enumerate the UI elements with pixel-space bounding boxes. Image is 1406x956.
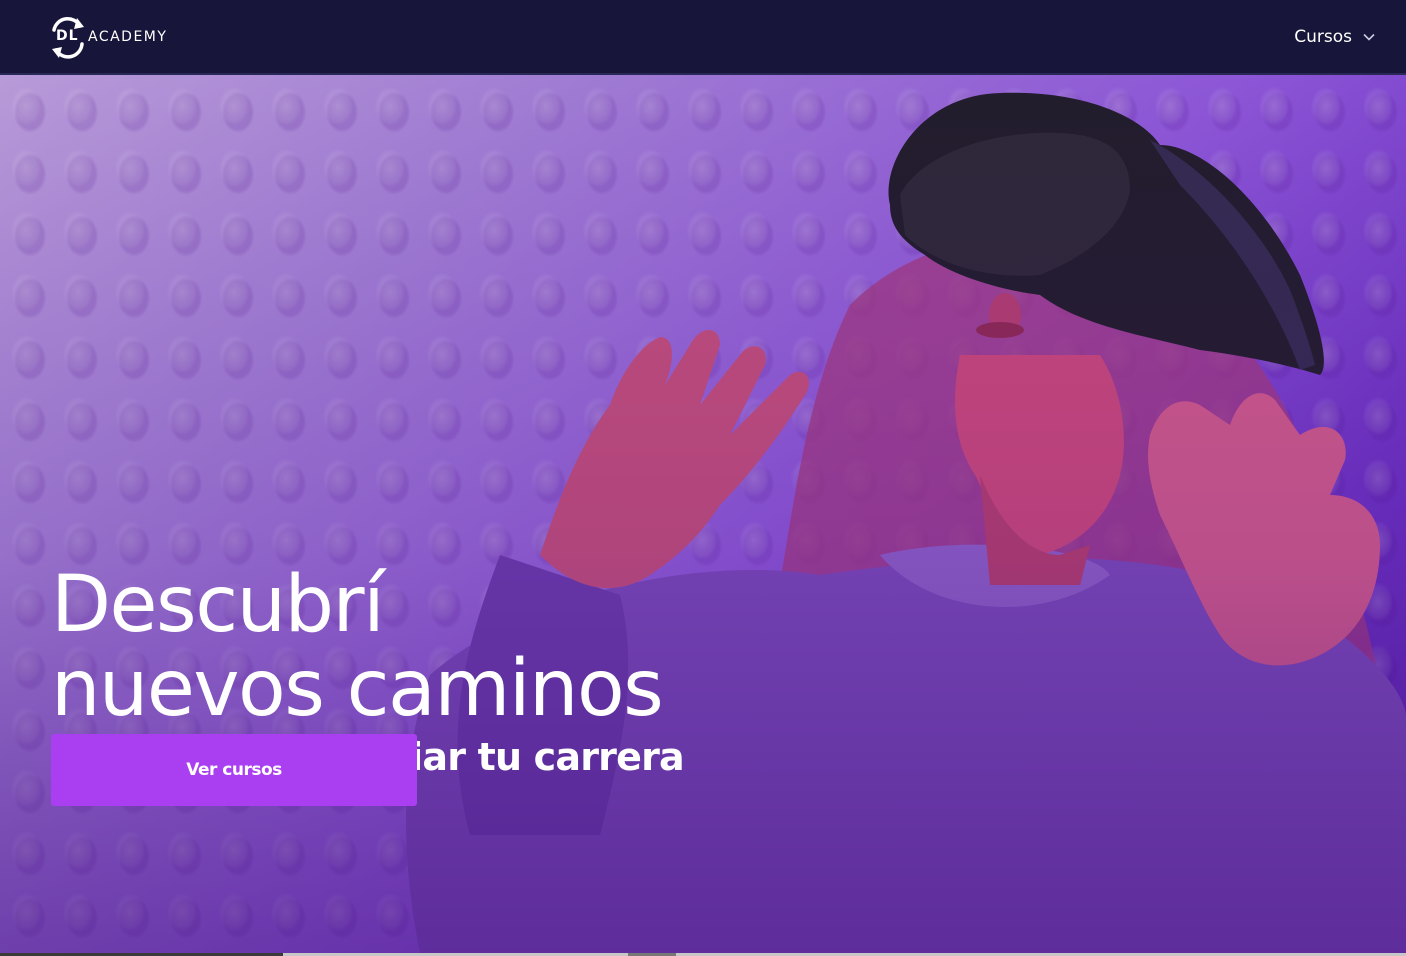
- courses-menu-dropdown[interactable]: Cursos: [1294, 27, 1376, 47]
- logo-mark-text: DL: [56, 27, 79, 44]
- courses-menu-label: Cursos: [1294, 26, 1352, 47]
- hero-section: Descubrí nuevos caminos y empezá a cambi…: [0, 75, 1406, 953]
- top-navbar: DL ACADEMY Cursos: [0, 0, 1406, 75]
- logo-wordmark: ACADEMY: [88, 28, 168, 45]
- hero-headline-line-1: Descubrí: [51, 560, 385, 650]
- refresh-arrows-icon: DL: [50, 14, 86, 60]
- hero-headline-line-2: nuevos caminos: [51, 644, 664, 734]
- brand-logo[interactable]: DL ACADEMY: [50, 14, 167, 60]
- view-courses-button-label: Ver cursos: [186, 760, 282, 780]
- hero-overlay: [0, 75, 1406, 953]
- view-courses-button[interactable]: Ver cursos: [51, 734, 417, 806]
- hero-headline: Descubrí nuevos caminos: [51, 563, 684, 731]
- chevron-down-icon: [1363, 33, 1375, 41]
